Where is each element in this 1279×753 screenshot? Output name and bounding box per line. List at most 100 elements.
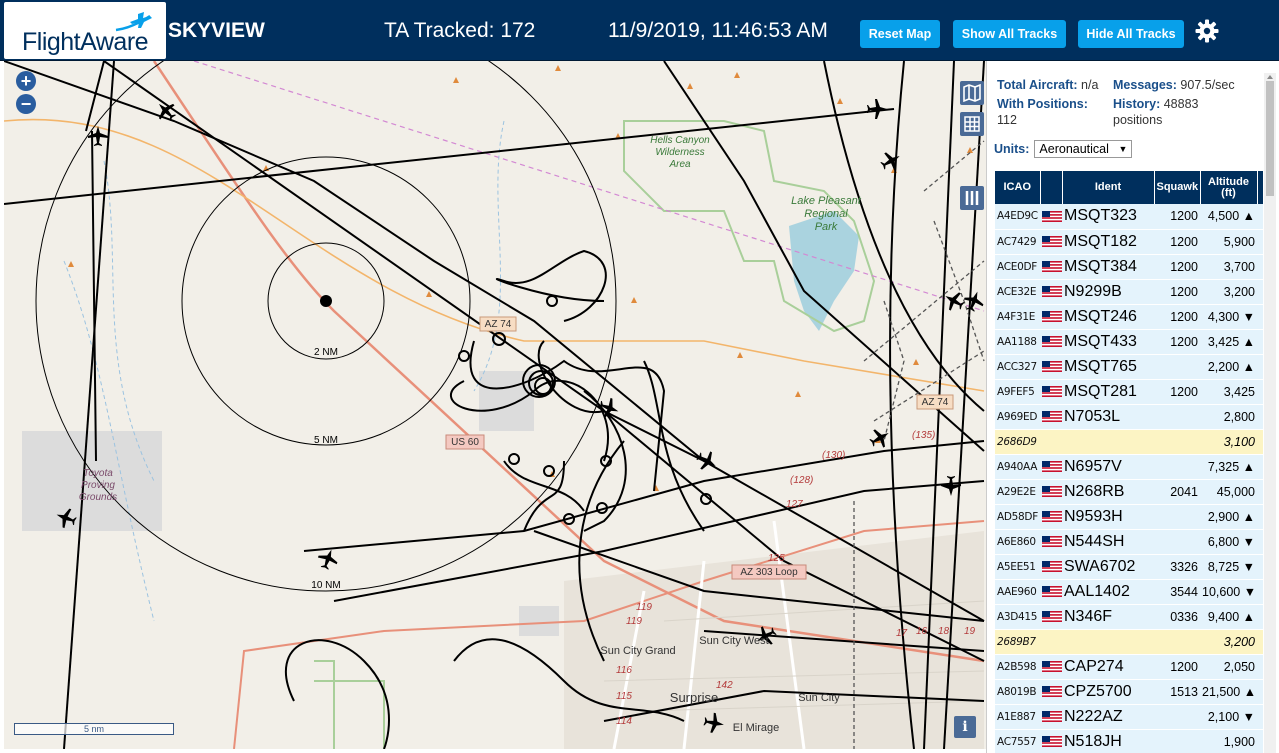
- col-altitude-unit: (ft): [1221, 186, 1236, 199]
- table-row[interactable]: AAE960 AAL1402 3544 10,600 ▼: [995, 579, 1263, 605]
- stat-with-positions: With Positions: 112: [997, 96, 1088, 128]
- cell-ident: N346F: [1062, 604, 1154, 630]
- column-toggle-icon[interactable]: [960, 186, 984, 210]
- cell-icao: AC7429: [995, 229, 1040, 255]
- cell-flag: [1040, 504, 1062, 530]
- flightaware-logo[interactable]: FlightAware: [4, 2, 166, 59]
- road-17: 17: [896, 628, 908, 639]
- stat-positions-label: With Positions:: [997, 97, 1088, 111]
- road-115: 115: [616, 691, 632, 702]
- aircraft-table: ICAO Ident Squawk Altitude (ft) A4ED9C MSQ…: [995, 171, 1263, 753]
- col-flag[interactable]: [1040, 171, 1063, 204]
- col-ident[interactable]: Ident: [1062, 171, 1155, 204]
- label-sun-city: Sun City: [798, 692, 840, 704]
- zoom-in-button[interactable]: +: [16, 71, 36, 91]
- cell-ident: N9593H: [1062, 504, 1154, 530]
- shield-az74-east-label: AZ 74: [922, 397, 949, 408]
- table-row[interactable]: 2686D9 3,100: [995, 429, 1263, 455]
- table-row[interactable]: AC7557 N518JH 1,900: [995, 729, 1263, 753]
- cell-altitude: 7,325 ▲: [1200, 454, 1257, 480]
- cell-flag: [1040, 304, 1062, 330]
- table-row[interactable]: A6E860 N544SH 6,800 ▼: [995, 529, 1263, 555]
- gray-area-2: [519, 606, 559, 636]
- cell-extra: [1257, 729, 1263, 753]
- table-row[interactable]: A9FEF5 MSQT281 1200 3,425: [995, 379, 1263, 405]
- cell-flag: [1040, 654, 1062, 680]
- table-row[interactable]: AD58DF N9593H 2,900 ▲: [995, 504, 1263, 530]
- plane-logo-icon: [115, 12, 152, 32]
- panel-scrollbar[interactable]: [1264, 73, 1276, 753]
- scroll-up-icon[interactable]: [1266, 73, 1274, 81]
- table-row[interactable]: ACE0DF MSQT384 1200 3,700: [995, 254, 1263, 280]
- map-layers-icon[interactable]: [960, 81, 984, 105]
- road-114: 114: [616, 716, 632, 727]
- cell-icao: A940AA: [995, 454, 1040, 480]
- cell-squawk: [1154, 429, 1200, 455]
- cell-squawk: 1200: [1154, 279, 1200, 305]
- cell-altitude: 8,725 ▼: [1200, 554, 1257, 580]
- table-row[interactable]: AC7429 MSQT182 1200 5,900: [995, 229, 1263, 255]
- table-row[interactable]: A969ED N7053L 2,800: [995, 404, 1263, 430]
- cell-flag: [1040, 554, 1062, 580]
- grid-icon[interactable]: [960, 112, 984, 136]
- us-flag-icon: [1042, 335, 1062, 347]
- label-wilderness: Wilderness: [655, 147, 704, 158]
- reset-map-button[interactable]: Reset Map: [860, 20, 940, 48]
- cell-flag: [1040, 229, 1062, 255]
- cell-altitude: 9,400 ▲: [1200, 604, 1257, 630]
- table-row[interactable]: A2B598 CAP274 1200 2,050: [995, 654, 1263, 680]
- show-all-tracks-button[interactable]: Show All Tracks: [953, 20, 1066, 48]
- road-127: 127: [786, 499, 803, 510]
- cell-icao: A4ED9C: [995, 204, 1040, 230]
- cell-flag: [1040, 704, 1062, 730]
- cell-flag: [1040, 429, 1062, 455]
- road-16: 16: [916, 626, 928, 637]
- table-row[interactable]: ACC327 MSQT765 2,200 ▲: [995, 354, 1263, 380]
- units-select[interactable]: Aeronautical ▼: [1034, 140, 1133, 158]
- cell-icao: A4F31E: [995, 304, 1040, 330]
- cell-squawk: 1200: [1154, 204, 1200, 230]
- cell-altitude: 2,800: [1200, 404, 1257, 430]
- table-row[interactable]: A4F31E MSQT246 1200 4,300 ▼: [995, 304, 1263, 330]
- table-row[interactable]: A4ED9C MSQT323 1200 4,500 ▲: [995, 204, 1263, 230]
- map-canvas[interactable]: Hells Canyon Wilderness Area Lake Pleasa…: [4, 61, 986, 749]
- table-row[interactable]: A8019B CPZ5700 1513 21,500 ▲: [995, 679, 1263, 705]
- cell-icao: AC7557: [995, 729, 1040, 753]
- cell-icao: A9FEF5: [995, 379, 1040, 405]
- table-row[interactable]: A29E2E N268RB 2041 45,000: [995, 479, 1263, 505]
- us-flag-icon: [1042, 460, 1062, 472]
- table-row[interactable]: A940AA N6957V 7,325 ▲: [995, 454, 1263, 480]
- cell-altitude: 3,100: [1200, 429, 1257, 455]
- us-flag-icon: [1042, 485, 1062, 497]
- table-row[interactable]: ACE32E N9299B 1200 3,200: [995, 279, 1263, 305]
- cell-icao: ACE32E: [995, 279, 1040, 305]
- cell-extra: [1257, 504, 1263, 530]
- col-icao[interactable]: ICAO: [995, 171, 1041, 204]
- top-header: FlightAware SKYVIEW TA Tracked: 172 11/9…: [0, 0, 1279, 61]
- stat-total-value: n/a: [1081, 78, 1099, 92]
- map-view[interactable]: Hells Canyon Wilderness Area Lake Pleasa…: [4, 61, 986, 749]
- cell-ident: N222AZ: [1062, 704, 1154, 730]
- hide-all-tracks-button[interactable]: Hide All Tracks: [1078, 20, 1184, 48]
- cell-ident: MSQT323: [1062, 204, 1154, 230]
- cell-extra: [1257, 404, 1263, 430]
- cell-icao: A969ED: [995, 404, 1040, 430]
- label-toyota: Toyota: [83, 468, 113, 479]
- table-row[interactable]: 2689B7 3,200: [995, 629, 1263, 655]
- col-altitude[interactable]: Altitude (ft): [1200, 171, 1258, 204]
- scroll-thumb[interactable]: [1266, 81, 1274, 196]
- table-row[interactable]: AA1188 MSQT433 1200 3,425 ▲: [995, 329, 1263, 355]
- cell-extra: [1257, 529, 1263, 555]
- info-icon[interactable]: i: [954, 716, 976, 738]
- cell-squawk: 1200: [1154, 329, 1200, 355]
- cell-icao: AA1188: [995, 329, 1040, 355]
- table-row[interactable]: A3D415 N346F 0336 9,400 ▲: [995, 604, 1263, 630]
- zoom-out-button[interactable]: −: [16, 94, 36, 114]
- gear-icon[interactable]: [1194, 18, 1220, 44]
- cell-ident: N9299B: [1062, 279, 1154, 305]
- cell-squawk: [1154, 729, 1200, 753]
- cell-ident: N7053L: [1062, 404, 1154, 430]
- col-squawk[interactable]: Squawk: [1154, 171, 1201, 204]
- table-row[interactable]: A1E887 N222AZ 2,100 ▼: [995, 704, 1263, 730]
- table-row[interactable]: A5EE51 SWA6702 3326 8,725 ▼: [995, 554, 1263, 580]
